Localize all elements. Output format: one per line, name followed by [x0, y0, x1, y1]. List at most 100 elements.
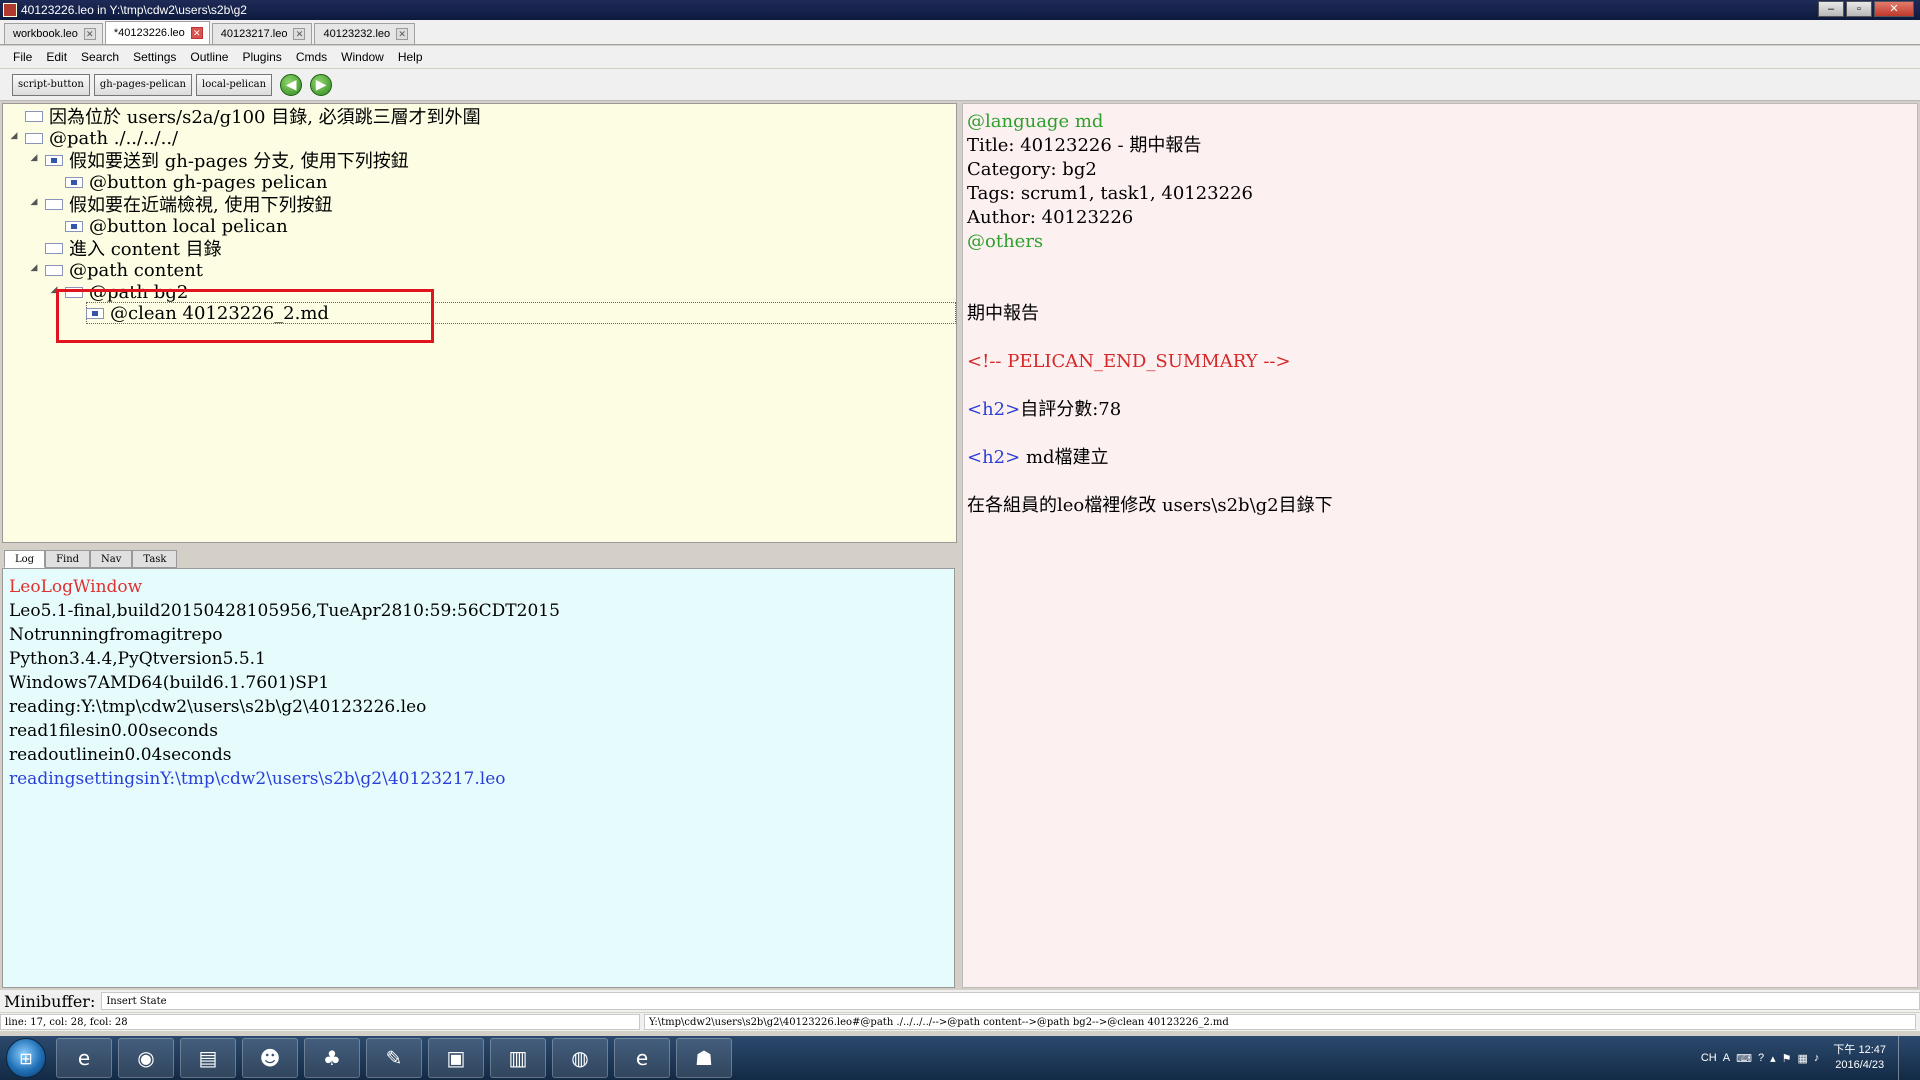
log-line: Python3.4.4,PyQtversion5.5.1 — [9, 649, 266, 669]
tab-close-icon[interactable]: ✕ — [396, 28, 409, 40]
globe-icon[interactable]: ◍ — [552, 1038, 608, 1078]
volume-icon[interactable]: ♪ — [1814, 1052, 1820, 1064]
leo-editor-icon[interactable]: ☗ — [676, 1038, 732, 1078]
node-icon — [45, 242, 63, 254]
summary-comment: <!-- PELICAN_END_SUMMARY --> — [967, 351, 1291, 372]
log-line: readingsettingsinY:\tmp\cdw2\users\s2b\g… — [9, 769, 506, 789]
arrow-left-icon[interactable]: ◀ — [280, 73, 303, 96]
help-icon[interactable]: ? — [1758, 1052, 1764, 1064]
tab-task[interactable]: Task — [132, 550, 178, 568]
expand-triangle-icon[interactable]: ◢ — [29, 197, 39, 207]
node-icon — [45, 198, 63, 210]
menu-settings[interactable]: Settings — [126, 50, 183, 64]
flag-icon[interactable]: ⚑ — [1782, 1052, 1792, 1065]
toolbar: script-button gh-pages-pelican local-pel… — [0, 69, 1920, 101]
md-build-line: <h2> md檔建立 — [967, 447, 1109, 468]
tab-log[interactable]: Log — [4, 550, 46, 568]
body-editor[interactable]: @language md Title: 40123226 - 期中報告 Cate… — [962, 103, 1918, 988]
menu-search[interactable]: Search — [74, 50, 126, 64]
node-icon — [25, 132, 43, 144]
score-line: <h2>自評分數:78 — [967, 399, 1122, 420]
local-pelican-button[interactable]: local-pelican — [196, 73, 273, 96]
log-line: Windows7AMD64(build6.1.7601)SP1 — [9, 673, 330, 693]
expand-triangle-icon[interactable]: ◢ — [9, 131, 19, 141]
show-desktop-button[interactable] — [1898, 1036, 1910, 1080]
arrow-right-icon[interactable]: ▶ — [310, 73, 333, 96]
keyboard-icon[interactable]: ⌨ — [1736, 1052, 1752, 1065]
editor-icon[interactable]: ▥ — [490, 1038, 546, 1078]
window-title: 40123226.leo in Y:\tmp\cdw2\users\s2b\g2 — [21, 3, 247, 17]
minimize-button[interactable]: – — [1818, 1, 1844, 17]
tab-nav[interactable]: Nav — [90, 550, 133, 568]
tab-40123217[interactable]: 40123217.leo ✕ — [211, 23, 313, 44]
leo-icon[interactable]: ☻ — [242, 1038, 298, 1078]
outline-node[interactable]: 假如要在近端檢視, 使用下列按鈕 — [45, 193, 332, 216]
node-icon — [45, 154, 63, 166]
network-icon[interactable]: ▦ — [1798, 1052, 1808, 1065]
document-tabbar: workbook.leo ✕ *40123226.leo ✕ 40123217.le… — [0, 20, 1920, 45]
node-icon — [25, 110, 43, 122]
language-directive: @language md — [967, 111, 1104, 132]
log-line: read1filesin0.00seconds — [9, 721, 218, 741]
menu-plugins[interactable]: Plugins — [235, 50, 288, 64]
menu-outline[interactable]: Outline — [183, 50, 235, 64]
menu-cmds[interactable]: Cmds — [289, 50, 334, 64]
menu-file[interactable]: File — [6, 50, 39, 64]
menu-help[interactable]: Help — [391, 50, 430, 64]
outline-node[interactable]: @button gh-pages pelican — [65, 171, 327, 193]
chrome-icon[interactable]: ◉ — [118, 1038, 174, 1078]
tab-close-icon[interactable]: ✕ — [83, 28, 96, 40]
minibuffer-input[interactable]: Insert State — [101, 992, 1920, 1010]
minibuffer-label: Minibuffer: — [4, 991, 96, 1011]
outline-node[interactable]: 因為位於 users/s2a/g100 目錄, 必須跳三層才到外圍 — [25, 105, 481, 128]
body-title-line: Title: 40123226 - 期中報告 — [967, 135, 1202, 156]
log-line: LeoLogWindow — [9, 577, 143, 597]
gh-pages-pelican-button[interactable]: gh-pages-pelican — [93, 73, 192, 96]
internet-explorer-icon[interactable]: e — [56, 1038, 112, 1078]
ime-icon[interactable]: A — [1723, 1052, 1730, 1064]
maximize-button[interactable]: ▫ — [1846, 1, 1872, 17]
clock[interactable]: 下午 12:47 2016/4/23 — [1833, 1043, 1886, 1073]
input-language[interactable]: CH — [1701, 1052, 1717, 1064]
body-category-line: Category: bg2 — [967, 159, 1097, 180]
body-heading: 期中報告 — [967, 303, 1039, 324]
script-button[interactable]: script-button — [12, 73, 90, 96]
expand-triangle-icon[interactable]: ◢ — [29, 263, 39, 273]
menu-window[interactable]: Window — [334, 50, 391, 64]
tab-close-icon[interactable]: ✕ — [293, 28, 306, 40]
outline-node[interactable]: @button local pelican — [65, 215, 288, 237]
tab-40123232[interactable]: 40123232.leo ✕ — [314, 23, 416, 44]
node-path: Y:\tmp\cdw2\users\s2b\g2\40123226.leo#@p… — [644, 1014, 1916, 1030]
tab-40123226[interactable]: *40123226.leo ✕ — [104, 21, 210, 44]
outline-node[interactable]: @path ./../../../ — [25, 127, 178, 149]
menu-edit[interactable]: Edit — [39, 50, 74, 64]
outline-node[interactable]: 假如要送到 gh-pages 分支, 使用下列按鈕 — [45, 149, 409, 172]
window-titlebar: 40123226.leo in Y:\tmp\cdw2\users\s2b\g2… — [0, 0, 1920, 20]
h2-tag: <h2> — [967, 447, 1021, 468]
window-controls: – ▫ ✕ — [1818, 1, 1914, 17]
file-explorer-icon[interactable]: ▤ — [180, 1038, 236, 1078]
others-directive: @others — [967, 231, 1044, 252]
outline-node[interactable]: 進入 content 目錄 — [45, 237, 222, 260]
node-icon — [65, 176, 83, 188]
expand-triangle-icon[interactable]: ◢ — [29, 153, 39, 163]
internet-explorer-icon[interactable]: e — [614, 1038, 670, 1078]
outline-node[interactable]: @path content — [45, 259, 203, 281]
h2-tag: <h2> — [967, 399, 1021, 420]
tab-find[interactable]: Find — [45, 550, 91, 568]
tab-workbook[interactable]: workbook.leo ✕ — [4, 23, 103, 44]
node-icon — [65, 220, 83, 232]
notepad-icon[interactable]: ✎ — [366, 1038, 422, 1078]
close-button[interactable]: ✕ — [1874, 1, 1914, 17]
system-tray: CH A ⌨ ? ▴ ⚑ ▦ ♪ 下午 12:47 2016/4/23 — [1701, 1036, 1920, 1080]
cmd-icon[interactable]: ▣ — [428, 1038, 484, 1078]
start-button[interactable]: ⊞ — [6, 1038, 46, 1078]
tab-close-icon[interactable]: ✕ — [190, 27, 203, 39]
log-pane[interactable]: LeoLogWindow Leo5.1-final,build201504281… — [2, 568, 955, 988]
windows-taskbar: ⊞ e ◉ ▤ ☻ ♣ ✎ ▣ ▥ ◍ e ☗ CH A ⌨ ? ▴ ⚑ ▦ ♪… — [0, 1036, 1920, 1080]
red-highlight-box — [56, 289, 434, 343]
body-tags-line: Tags: scrum1, task1, 40123226 — [967, 183, 1253, 204]
mushroom-icon[interactable]: ♣ — [304, 1038, 360, 1078]
menu-bar: File Edit Search Settings Outline Plugin… — [0, 46, 1920, 68]
tray-expand-icon[interactable]: ▴ — [1770, 1052, 1776, 1065]
